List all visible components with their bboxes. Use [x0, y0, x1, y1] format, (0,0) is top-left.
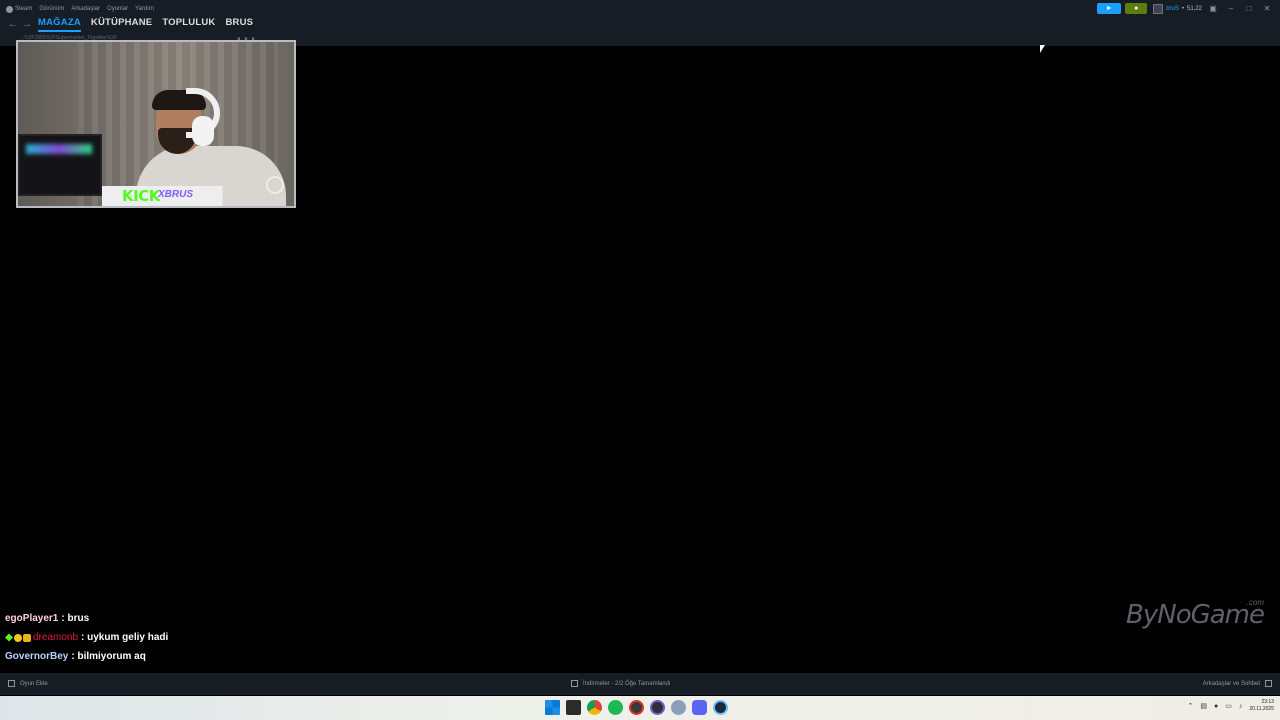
menu-steam[interactable]: Steam [6, 5, 33, 13]
downloads-button[interactable]: İndirmeler - 2/2 Öğe Tamamlandı [571, 680, 671, 687]
screen: Steam Görünüm Arkadaşlar Oyunlar Yardım … [0, 0, 1280, 720]
chat-username: dreamonb [33, 632, 79, 643]
chat-message: dreamonb : uykum geliy hadi [5, 628, 168, 647]
monitor-glow [26, 144, 92, 154]
settings-icon[interactable] [671, 700, 686, 715]
chat-message: egoPlayer1 : brus [5, 609, 168, 628]
clock[interactable]: 23:13 20.11.2025 [1249, 699, 1274, 713]
forward-arrow-icon[interactable]: → [20, 18, 34, 30]
menu-help[interactable]: Yardım [135, 6, 154, 12]
headset-cup [192, 116, 214, 146]
tab-profile[interactable]: BRUS [226, 17, 254, 32]
plus-icon [8, 680, 15, 687]
user-menu[interactable]: bruS • 51,22 [1153, 3, 1202, 14]
webcam-controls[interactable]: × × × [237, 37, 256, 43]
close-icon[interactable]: ✕ [1260, 4, 1274, 13]
spotify-icon[interactable] [608, 700, 623, 715]
chat-text: : brus [61, 613, 90, 624]
menu-friends[interactable]: Arkadaşlar [71, 6, 100, 12]
tab-library[interactable]: KÜTÜPHANE [91, 17, 152, 32]
menu-games[interactable]: Oyunlar [107, 6, 128, 12]
bell-icon: ● [1134, 5, 1139, 12]
chat-message: GovernorBey : bilmiyorum aq [5, 647, 168, 666]
menu-view[interactable]: Görünüm [39, 6, 64, 12]
chat-text: : bilmiyorum aq [71, 651, 146, 662]
separator-dot: • [1181, 5, 1184, 12]
back-arrow-icon[interactable]: ← [6, 18, 20, 30]
maximize-icon[interactable]: □ [1242, 4, 1256, 13]
chat-icon [1265, 680, 1272, 687]
downloads-label: İndirmeler - 2/2 Öğe Tamamlandı [583, 680, 671, 687]
chrome-icon[interactable] [587, 700, 602, 715]
stream-chat: egoPlayer1 : brus dreamonb : uykum geliy… [5, 609, 168, 666]
megaphone-icon: ► [1105, 5, 1113, 12]
chat-username: GovernorBey [5, 651, 69, 662]
friends-chat-button[interactable]: Arkadaşlar ve Sohbet [1203, 680, 1272, 687]
discord-icon[interactable] [692, 700, 707, 715]
badge-icon [5, 633, 13, 642]
mouse-cursor-icon [1040, 45, 1045, 53]
obs-icon[interactable] [650, 700, 665, 715]
windows-taskbar: ⌃ ▤ ● ▭ ♪ 23:13 20.11.2025 [0, 696, 1280, 720]
announcements-button[interactable]: ► [1097, 3, 1122, 14]
big-picture-icon[interactable]: ▣ [1206, 4, 1220, 13]
taskbar-apps [545, 700, 728, 715]
webcam-overlay: KICK XBRUS [16, 40, 296, 208]
avatar [1153, 3, 1164, 14]
steam-top-right: ► ● bruS • 51,22 ▣ – □ ✕ [1097, 3, 1274, 14]
crown-icon [23, 633, 31, 642]
clock-time: 23:13 [1261, 699, 1274, 705]
tab-store[interactable]: MAĞAZA [38, 17, 81, 32]
menu-steam-label: Steam [15, 6, 33, 12]
chat-badges [5, 633, 31, 642]
display-icon[interactable]: ▭ [1225, 702, 1232, 710]
system-tray: ⌃ ▤ ● ▭ ♪ 23:13 20.11.2025 [1187, 699, 1274, 713]
mic-icon[interactable]: ● [1214, 703, 1218, 710]
network-icon[interactable]: ▤ [1200, 702, 1207, 710]
steam-footer: Oyun Ekle İndirmeler - 2/2 Öğe Tamamland… [0, 673, 1280, 695]
chat-text: : uykum geliy hadi [81, 632, 169, 643]
streamer-tag: XBRUS [158, 189, 194, 200]
friends-chat-label: Arkadaşlar ve Sohbet [1202, 680, 1260, 687]
minimize-icon[interactable]: – [1224, 4, 1238, 13]
app-red-icon[interactable] [629, 700, 644, 715]
user-name: bruS [1166, 5, 1179, 12]
nav-tabs: MAĞAZA KÜTÜPHANE TOPLULUK BRUS [38, 17, 253, 32]
download-icon [571, 680, 578, 687]
wallet-balance: 51,22 [1186, 5, 1202, 12]
steam-logo-icon [6, 5, 13, 13]
ring-icon [266, 176, 284, 194]
tab-community[interactable]: TOPLULUK [162, 17, 215, 32]
windows-start-icon[interactable] [545, 700, 560, 715]
chevron-up-icon[interactable]: ⌃ [1187, 702, 1193, 710]
chat-username: egoPlayer1 [5, 613, 59, 624]
clock-date: 20.11.2025 [1249, 706, 1274, 712]
watermark-logo: ByNoGame [1126, 600, 1265, 630]
steam-menubar: Steam Görünüm Arkadaşlar Oyunlar Yardım [6, 4, 154, 14]
steam-icon[interactable] [713, 700, 728, 715]
notifications-button[interactable]: ● [1125, 3, 1148, 14]
volume-icon[interactable]: ♪ [1239, 703, 1243, 710]
badge-icon [14, 633, 22, 642]
steam-nav: ← → MAĞAZA KÜTÜPHANE TOPLULUK BRUS [6, 15, 253, 33]
file-explorer-icon[interactable] [566, 700, 581, 715]
add-game-button[interactable]: Oyun Ekle [8, 680, 48, 687]
kick-logo: KICK [122, 187, 160, 205]
add-game-label: Oyun Ekle [20, 680, 48, 687]
